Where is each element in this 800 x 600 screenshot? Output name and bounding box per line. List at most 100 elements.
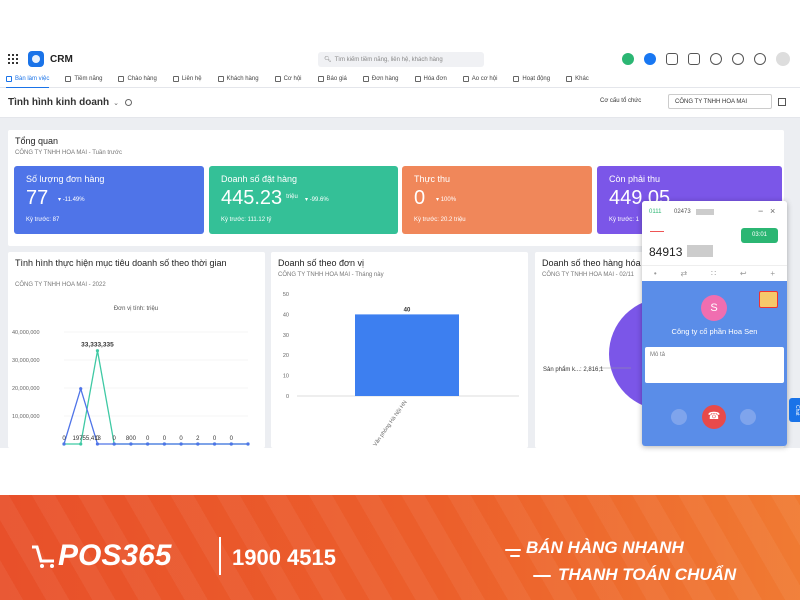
box-icon[interactable]: [666, 53, 678, 65]
caller-avatar: S: [701, 295, 727, 321]
hangup-button[interactable]: ☎︎: [702, 405, 726, 429]
card-value: 0: [414, 187, 425, 210]
y-tick-label: 40: [283, 312, 289, 318]
transfer-icon[interactable]: ⇄: [681, 269, 688, 278]
card-value-number: 77: [26, 187, 49, 209]
app-topbar: CRM 🔍︎ Tìm kiếm tiềm năng, liên hệ, khác…: [0, 47, 800, 71]
nav-item-opportunity-pool[interactable]: Ao cơ hội: [462, 71, 497, 88]
mic-icon[interactable]: •: [654, 269, 657, 278]
app-grid-icon[interactable]: [8, 54, 18, 64]
nav-item-desk[interactable]: Bàn làm việc: [6, 71, 50, 88]
company-select[interactable]: CÔNG TY TNHH HOA MAI: [668, 94, 772, 109]
y-tick-label: 0: [286, 394, 289, 400]
card-label: Doanh số đặt hàng: [221, 174, 298, 184]
history-icon[interactable]: [671, 409, 687, 425]
nav-label: Bàn làm việc: [15, 75, 50, 82]
bar-value-label: 40: [404, 307, 411, 313]
slogan-line-2: THANH TOÁN CHUẨN: [558, 565, 737, 584]
series-point-0: [79, 442, 83, 446]
calendar-icon[interactable]: [688, 53, 700, 65]
avatar[interactable]: [776, 52, 790, 66]
offer-icon: [118, 76, 125, 82]
collected-card[interactable]: Thực thu 0 ▾ 100% Kỳ trước: 20.2 triệu: [402, 166, 592, 234]
card-change-value: 100%: [440, 197, 457, 203]
series-point-1: [196, 442, 200, 446]
data-label: 800: [126, 436, 137, 442]
speed-line: [510, 555, 520, 557]
nav-label: Khác: [575, 76, 589, 82]
minimize-icon[interactable]: −: [758, 206, 763, 216]
series-point-1: [129, 442, 133, 446]
data-label: 2: [196, 436, 200, 442]
app-name: CRM: [50, 53, 73, 65]
org-chart-icon[interactable]: [778, 98, 786, 106]
nav-item-contacts[interactable]: Liên hệ: [172, 71, 202, 88]
close-icon[interactable]: ×: [770, 206, 775, 216]
data-label: 0: [179, 436, 183, 442]
nav-item-orders[interactable]: Đơn hàng: [362, 71, 399, 88]
series-line-0: [64, 350, 248, 445]
series-point-1: [62, 442, 66, 446]
chat-tab[interactable]: Chat: [789, 398, 800, 422]
add-icon[interactable]: +: [770, 269, 775, 278]
series-point-1: [179, 442, 183, 446]
bell-icon[interactable]: [710, 53, 722, 65]
home-icon: [6, 75, 12, 82]
chat-app-icon[interactable]: [622, 53, 634, 65]
series-point-0: [95, 349, 100, 353]
chevron-down-icon[interactable]: ⌄: [113, 99, 119, 107]
series-point-1: [95, 442, 100, 446]
card-value-number: 0: [414, 187, 426, 209]
data-label: 0: [213, 436, 217, 442]
search-input[interactable]: 🔍︎ Tìm kiếm tiềm năng, liên hệ, khách hà…: [318, 52, 484, 67]
search-icon: 🔍︎: [324, 57, 332, 63]
nav-item-leads[interactable]: Tiềm năng: [65, 71, 102, 88]
org-structure-label[interactable]: Cơ cấu tổ chức: [600, 98, 641, 104]
customer-icon: [217, 76, 224, 82]
gear-icon[interactable]: [732, 53, 744, 65]
facebook-icon[interactable]: [644, 53, 656, 65]
cart-icon[interactable]: [759, 291, 778, 308]
call-timer: 03:01: [741, 228, 778, 243]
series-point-1: [246, 442, 250, 446]
card-value-number: 445.23: [221, 187, 283, 209]
nav-item-opportunities[interactable]: Cơ hội: [274, 71, 302, 88]
orders-count-card[interactable]: Số lượng đơn hàng 77 ▾ -11.49% Kỳ trước:…: [14, 166, 204, 234]
note-field[interactable]: Mô tả: [645, 347, 784, 383]
data-label: 0: [113, 436, 117, 442]
speed-line: [505, 549, 521, 551]
reply-icon[interactable]: ↩: [740, 269, 747, 278]
y-tick-label: 40,000,000: [12, 330, 40, 336]
peak-data-label: 33,333,335: [81, 342, 114, 349]
card-unit: triệu: [286, 194, 298, 200]
order-revenue-card[interactable]: Doanh số đặt hàng 445.23 triệu ▾ -99.6% K…: [209, 166, 398, 234]
nav-label: Chào hàng: [127, 76, 157, 82]
refresh-icon[interactable]: [124, 99, 132, 106]
series-point-1: [229, 442, 233, 446]
nav-item-more[interactable]: Khác: [566, 71, 589, 88]
card-previous: Kỳ trước: 1: [609, 217, 639, 223]
call-line-a: 0111: [649, 209, 662, 215]
call-line-b: 02473: [674, 209, 691, 215]
keypad-icon[interactable]: ∷: [711, 269, 716, 278]
panel-subtitle: CÔNG TY TNHH HOA MAI - 2022: [15, 282, 106, 288]
search-placeholder: Tìm kiếm tiềm năng, liên hệ, khách hàng: [334, 56, 443, 63]
overview-title: Tổng quan: [15, 136, 59, 146]
contact-icon[interactable]: [740, 409, 756, 425]
data-label: 0: [163, 436, 167, 442]
nav-item-invoices[interactable]: Hóa đơn: [414, 71, 447, 88]
activity-icon: [513, 76, 520, 82]
promo-banner: POS365 1900 4515 BÁN HÀNG NHANH THANH TO…: [0, 495, 800, 600]
nav-item-offers[interactable]: Chào hàng: [118, 71, 157, 88]
cart-logo-icon: [32, 545, 54, 568]
nav-item-quotes[interactable]: Báo giá: [317, 71, 347, 88]
call-number: 84913: [649, 245, 683, 259]
help-icon[interactable]: [754, 53, 766, 65]
nav-item-customers[interactable]: Khách hàng: [217, 71, 259, 88]
nav-item-activities[interactable]: Hoạt động: [513, 71, 550, 88]
y-tick-label: 20: [283, 353, 289, 359]
caller-company: Công ty cổ phần Hoa Sen: [671, 327, 758, 336]
page-title[interactable]: Tình hình kinh doanh: [8, 97, 109, 108]
card-change-value: -11.49%: [62, 197, 85, 203]
data-label: 0: [230, 436, 234, 442]
